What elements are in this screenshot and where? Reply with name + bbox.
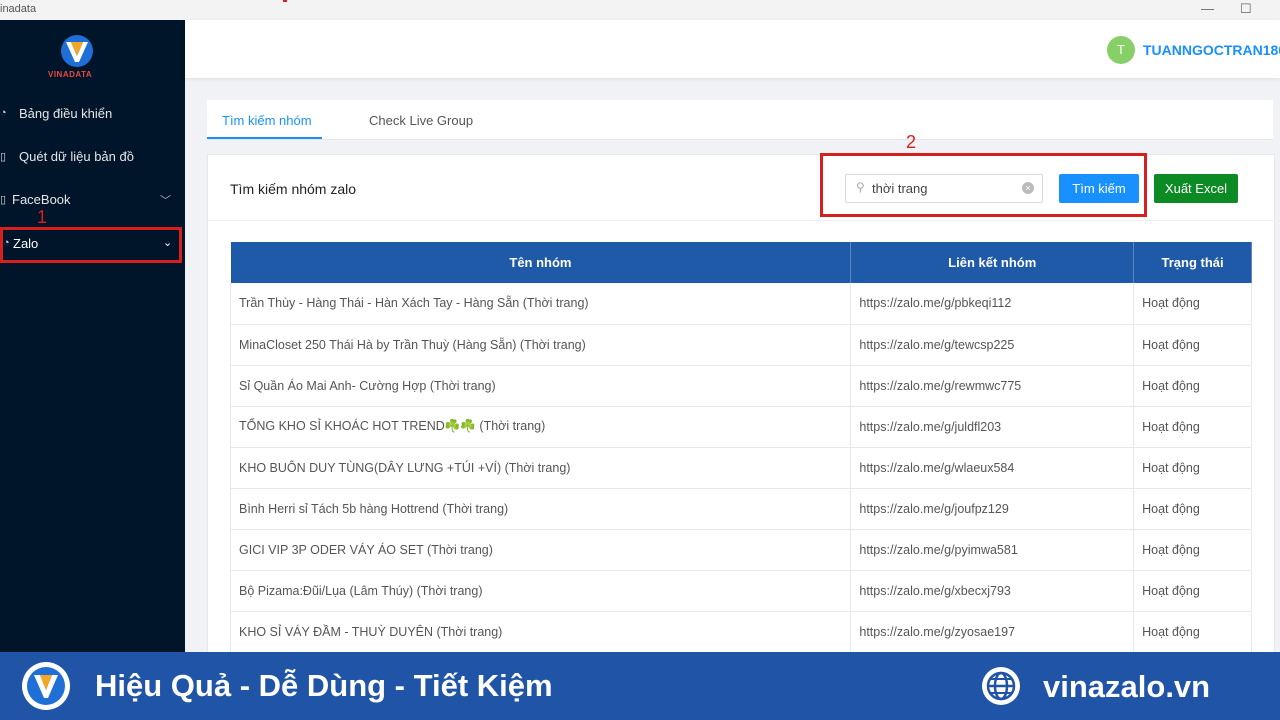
column-header-name[interactable]: Tên nhóm — [230, 242, 852, 283]
table-row[interactable]: Bình Herri sỉ Tách 5b hàng Hottrend (Thờ… — [229, 488, 1252, 530]
zalo-icon: ◔ — [3, 237, 10, 249]
window-titlebar: inadata — ☐ — [0, 0, 1280, 20]
vinadata-logo-icon — [22, 662, 70, 710]
group-link-cell[interactable]: https://zalo.me/g/pyimwa581 — [850, 529, 1135, 571]
group-link-cell[interactable]: https://zalo.me/g/zyosae197 — [850, 611, 1135, 653]
table-header-row: Tên nhóm Liên kết nhóm Trạng thái — [230, 242, 1252, 283]
facebook-icon: ▯ — [0, 194, 7, 206]
group-name-cell: GICI VIP 3P ODER VÁY ÁO SET (Thời trang) — [229, 529, 852, 571]
table-row[interactable]: MinaCloset 250 Thái Hà by Trần Thuỳ (Hàn… — [229, 324, 1252, 366]
sidebar-item-label: Quét dữ liệu bản đồ — [19, 149, 134, 164]
group-name-cell: Sỉ Quần Áo Mai Anh- Cường Hợp (Thời tran… — [229, 365, 852, 407]
group-status-cell: Hoạt động — [1133, 406, 1252, 448]
table-row[interactable]: Trần Thùy - Hàng Thái - Hàn Xách Tay - H… — [229, 283, 1252, 325]
sidebar: VINADATA ◔ Bảng điều khiển ▯ Quét dữ liệ… — [0, 20, 185, 652]
username[interactable]: TUANNGOCTRAN1807 — [1143, 42, 1280, 58]
group-status-cell: Hoạt động — [1133, 324, 1252, 366]
sidebar-item-label: Zalo — [13, 236, 39, 251]
export-excel-button[interactable]: Xuất Excel — [1154, 174, 1238, 203]
avatar[interactable]: T — [1107, 36, 1135, 64]
column-header-status[interactable]: Trạng thái — [1133, 242, 1252, 283]
table-row[interactable]: Bộ Pizama:Đũi/Lụa (Lâm Thúy) (Thời trang… — [229, 570, 1252, 612]
window-title: inadata — [0, 3, 37, 15]
map-icon: ▯ — [0, 151, 7, 163]
tab-check-live-group[interactable]: Check Live Group — [369, 113, 473, 128]
group-name-cell: Bình Herri sỉ Tách 5b hàng Hottrend (Thờ… — [229, 488, 852, 530]
group-link-cell[interactable]: https://zalo.me/g/xbecxj793 — [850, 570, 1135, 612]
sidebar-item-map-scan[interactable]: ▯ Quét dữ liệu bản đồ — [0, 141, 185, 175]
website-text[interactable]: vinazalo.vn — [1043, 669, 1210, 705]
chevron-down-icon: ⌄ — [163, 237, 173, 249]
annotation-marker-1: 1 — [37, 207, 48, 227]
sidebar-item-dashboard[interactable]: ◔ Bảng điều khiển — [0, 98, 185, 132]
search-card: Tìm kiếm nhóm zalo 2 ⚲ × Tìm kiếm Xuất E… — [207, 132, 1275, 654]
table-row[interactable]: KHO BUÔN DUY TÙNG(DÂY LƯNG +TÚI +VÍ) (Th… — [229, 447, 1252, 489]
group-name-cell: TỔNG KHO SỈ KHOÁC HOT TREND☘️☘️ (Thời tr… — [229, 406, 852, 448]
tab-search-group[interactable]: Tìm kiếm nhóm — [222, 113, 312, 128]
group-status-cell: Hoạt động — [1133, 570, 1252, 612]
sidebar-item-label: Bảng điều khiển — [19, 106, 113, 121]
sidebar-item-zalo[interactable]: ◔ Zalo ⌄ — [0, 227, 182, 263]
vinadata-logo-icon — [61, 35, 93, 67]
tab-bar: Tìm kiếm nhóm Check Live Group — [207, 100, 1273, 140]
annotation-highlight-box — [820, 153, 1147, 217]
dashboard-icon: ◔ — [0, 107, 7, 119]
group-status-cell: Hoạt động — [1133, 283, 1252, 325]
group-link-cell[interactable]: https://zalo.me/g/pbkeqi112 — [850, 283, 1135, 325]
card-title: Tìm kiếm nhóm zalo — [230, 181, 357, 197]
group-link-cell[interactable]: https://zalo.me/g/joufpz129 — [850, 488, 1135, 530]
group-status-cell: Hoạt động — [1133, 447, 1252, 489]
globe-icon — [982, 667, 1020, 705]
annotation-mark — [283, 0, 287, 2]
slogan-text: Hiệu Quả - Dễ Dùng - Tiết Kiệm — [95, 668, 553, 703]
top-header: T TUANNGOCTRAN1807 — [185, 20, 1280, 78]
group-status-cell: Hoạt động — [1133, 365, 1252, 407]
logo-text: VINADATA — [48, 70, 93, 79]
table-row[interactable]: GICI VIP 3P ODER VÁY ÁO SET (Thời trang)… — [229, 529, 1252, 571]
group-table: Tên nhóm Liên kết nhóm Trạng thái Trần T… — [229, 242, 1252, 653]
sidebar-item-label: FaceBook — [12, 192, 71, 207]
sidebar-item-facebook[interactable]: ▯ FaceBook ﹀ — [0, 184, 185, 218]
group-name-cell: KHO SỈ VÁY ĐẦM - THUỲ DUYÊN (Thời trang) — [229, 611, 852, 653]
group-status-cell: Hoạt động — [1133, 529, 1252, 571]
group-name-cell: Bộ Pizama:Đũi/Lụa (Lâm Thúy) (Thời trang… — [229, 570, 852, 612]
group-status-cell: Hoạt động — [1133, 488, 1252, 530]
group-name-cell: KHO BUÔN DUY TÙNG(DÂY LƯNG +TÚI +VÍ) (Th… — [229, 447, 852, 489]
group-link-cell[interactable]: https://zalo.me/g/tewcsp225 — [850, 324, 1135, 366]
active-tab-indicator — [207, 137, 322, 139]
group-name-cell: Trần Thùy - Hàng Thái - Hàn Xách Tay - H… — [229, 283, 852, 325]
maximize-button[interactable]: ☐ — [1240, 1, 1252, 17]
card-header: Tìm kiếm nhóm zalo 2 ⚲ × Tìm kiếm Xuất E… — [208, 132, 1274, 221]
group-name-cell: MinaCloset 250 Thái Hà by Trần Thuỳ (Hàn… — [229, 324, 852, 366]
group-status-cell: Hoạt động — [1133, 611, 1252, 653]
minimize-button[interactable]: — — [1201, 1, 1214, 16]
promo-banner: Hiệu Quả - Dễ Dùng - Tiết Kiệm vinazalo.… — [0, 652, 1280, 720]
table-row[interactable]: Sỉ Quần Áo Mai Anh- Cường Hợp (Thời tran… — [229, 365, 1252, 407]
chevron-down-icon: ﹀ — [160, 195, 171, 207]
table-row[interactable]: TỔNG KHO SỈ KHOÁC HOT TREND☘️☘️ (Thời tr… — [229, 406, 1252, 448]
group-link-cell[interactable]: https://zalo.me/g/rewmwc775 — [850, 365, 1135, 407]
group-link-cell[interactable]: https://zalo.me/g/wlaeux584 — [850, 447, 1135, 489]
group-link-cell[interactable]: https://zalo.me/g/juldfl203 — [850, 406, 1135, 448]
annotation-marker-2: 2 — [906, 132, 917, 152]
table-row[interactable]: KHO SỈ VÁY ĐẦM - THUỲ DUYÊN (Thời trang)… — [229, 611, 1252, 653]
column-header-link[interactable]: Liên kết nhóm — [850, 242, 1135, 283]
